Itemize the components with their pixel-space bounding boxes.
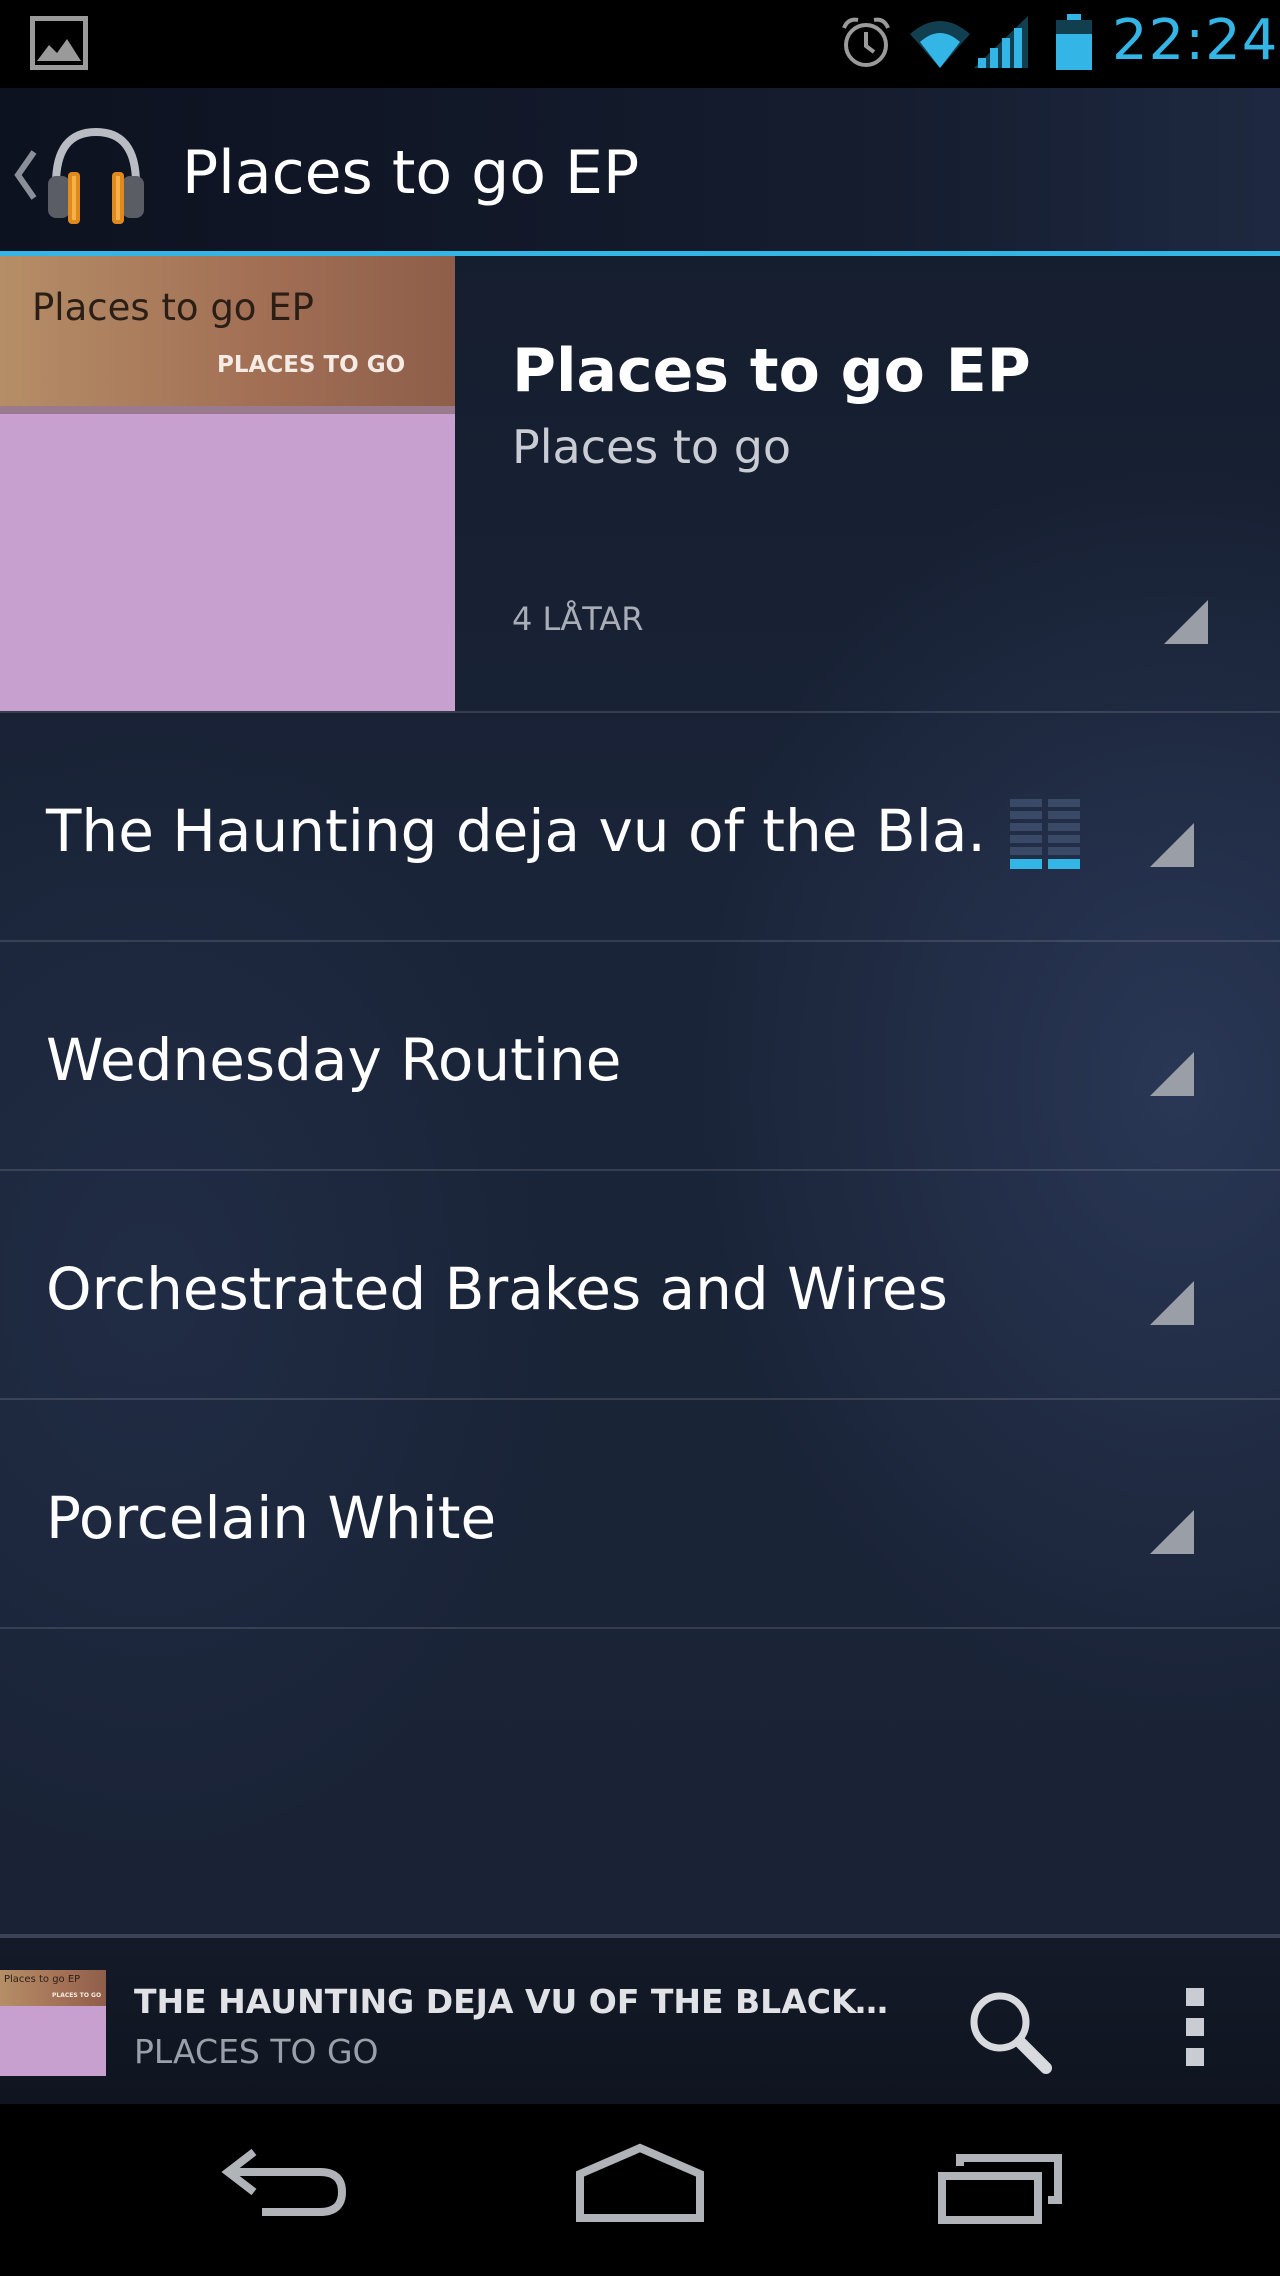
album-title: Places to go EP [512,336,1031,406]
track-title: The Haunting deja vu of the Bla. [46,797,986,865]
up-caret-icon[interactable] [14,150,38,200]
track-title: Orchestrated Brakes and Wires [46,1255,948,1323]
album-artist: Places to go [512,420,792,474]
album-art: Places to go EP PLACES TO GO [0,256,455,711]
now-playing-title: THE HAUNTING DEJA VU OF THE BLACKOUTR... [134,1982,910,2021]
track-row[interactable]: Orchestrated Brakes and Wires [0,1171,1280,1400]
mini-art-title: Places to go EP [4,1974,81,1985]
album-header[interactable]: Places to go EP PLACES TO GO Places to g… [0,256,1280,713]
album-art-title: Places to go EP [32,286,314,329]
battery-icon [1056,14,1092,70]
album-overflow-triangle-icon[interactable] [1164,600,1208,644]
track-overflow-triangle-icon[interactable] [1150,1052,1194,1096]
track-title: Wednesday Routine [46,1026,622,1094]
mini-art-subtitle: PLACES TO GO [52,1992,102,1999]
search-icon[interactable] [966,1988,1056,2078]
album-art-banner [0,256,455,408]
gallery-notification-icon [30,16,88,70]
back-icon[interactable] [220,2144,350,2224]
now-playing-bar[interactable]: Places to go EP PLACES TO GO THE HAUNTIN… [0,1934,1280,2104]
now-playing-artist: PLACES TO GO [134,2032,379,2071]
track-overflow-triangle-icon[interactable] [1150,1281,1194,1325]
track-row[interactable]: Wednesday Routine [0,942,1280,1171]
overflow-menu-icon[interactable] [1180,1984,1210,2074]
track-row[interactable]: The Haunting deja vu of the Bla. [0,713,1280,942]
status-time: 22:24 [1112,8,1279,73]
cell-signal-icon [974,16,1028,68]
now-playing-equalizer-icon [1010,799,1080,869]
headphones-app-icon[interactable] [42,118,150,226]
track-count: 4 LÅTAR [512,600,644,638]
now-playing-album-art[interactable]: Places to go EP PLACES TO GO [0,1970,106,2076]
status-bar: 22:24 [0,0,1280,88]
album-art-subtitle: PLACES TO GO [217,352,406,378]
track-overflow-triangle-icon[interactable] [1150,1510,1194,1554]
album-art-divider [0,406,455,414]
wifi-icon [910,21,970,68]
alarm-icon [842,17,890,67]
track-list: The Haunting deja vu of the Bla. Wednesd… [0,713,1280,1629]
track-overflow-triangle-icon[interactable] [1150,823,1194,867]
home-icon[interactable] [574,2142,706,2222]
screen: 22:24 Places to go EP Places to go EP PL… [0,0,1280,2276]
page-title: Places to go EP [182,138,640,208]
navigation-bar [0,2104,1280,2276]
recent-apps-icon[interactable] [936,2144,1066,2224]
track-row[interactable]: Porcelain White [0,1400,1280,1629]
music-app: Places to go EP Places to go EP PLACES T… [0,88,1280,2104]
track-title: Porcelain White [46,1484,497,1552]
action-bar: Places to go EP [0,88,1280,256]
